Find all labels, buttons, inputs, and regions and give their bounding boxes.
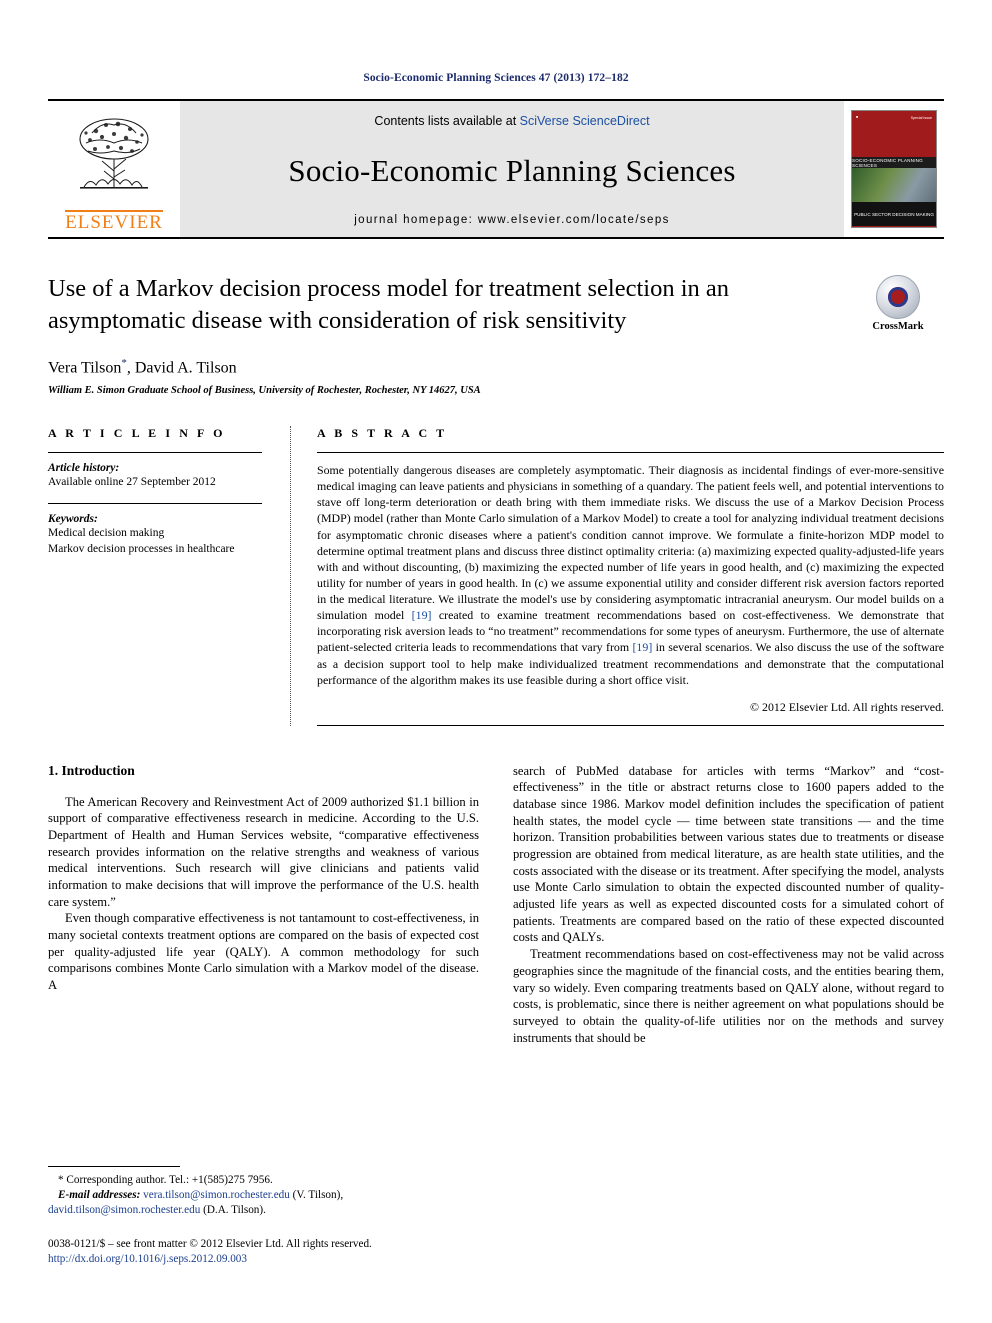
masthead-center: Contents lists available at SciVerse Sci… [180,101,844,237]
affiliation: William E. Simon Graduate School of Busi… [48,385,481,397]
abstract-copyright: © 2012 Elsevier Ltd. All rights reserved… [750,699,944,714]
author-list: Vera Tilson*, David A. Tilson [48,357,840,377]
journal-title: Socio-Economic Planning Sciences [288,153,736,188]
article-history-value: Available online 27 September 2012 [48,476,216,489]
corresponding-author-note: * Corresponding author. Tel.: +1(585)275… [58,1173,273,1186]
crossmark-label: CrossMark [872,321,924,332]
abstract-body: Some potentially dangerous diseases are … [317,462,944,688]
journal-masthead: ELSEVIER Contents lists available at Sci… [48,99,944,239]
article-info-column: A R T I C L E I N F O Article history: A… [48,426,291,726]
keyword-item: Medical decision making [48,526,165,539]
title-block: Use of a Markov decision process model f… [48,273,944,396]
abstract-rule-top [317,452,944,454]
article-info-rule-top [48,452,262,454]
elsevier-logo: ELSEVIER [48,101,180,237]
email-label: E-mail addresses: [58,1189,141,1202]
email-link-david[interactable]: david.tilson@simon.rochester.edu [48,1204,200,1216]
abstract-column: A B S T R A C T Some potentially dangero… [291,426,944,726]
cover-journal-name: SOCIO-ECONOMIC PLANNING SCIENCES [852,157,936,168]
cover-image: ■ Special Issue SOCIO-ECONOMIC PLANNING … [851,110,937,228]
elsevier-wordmark: ELSEVIER [65,210,163,234]
crossmark-badge-block[interactable]: CrossMark [852,275,944,332]
running-head: Socio-Economic Planning Sciences 47 (201… [363,72,629,84]
info-abstract-section: A R T I C L E I N F O Article history: A… [48,426,944,726]
cover-subtitle: PUBLIC SECTOR DECISION MAKING [852,202,936,226]
footnote-area: * Corresponding author. Tel.: +1(585)275… [48,1165,472,1268]
abstract-rule-bottom [317,724,944,726]
journal-cover-thumbnail: ■ Special Issue SOCIO-ECONOMIC PLANNING … [844,101,944,237]
author-secondary: , David A. Tilson [126,359,237,377]
paragraph: search of PubMed database for articles w… [513,763,944,945]
abstract-citation-19a[interactable]: [19] [412,608,432,622]
author-primary: Vera Tilson [48,359,122,377]
contents-prefix: Contents lists available at [374,114,520,128]
paper-page: Socio-Economic Planning Sciences 47 (201… [0,0,992,1323]
paragraph: Treatment recommendations based on cost-… [513,947,944,1045]
article-history-label: Article history: [48,462,120,475]
keywords-label: Keywords: [48,512,98,525]
section-heading-introduction: 1. Introduction [48,762,135,778]
cover-issue-label: Special Issue [910,116,932,120]
abstract-part-1: Some potentially dangerous diseases are … [317,463,944,623]
email-owner-vera: (V. Tilson), [289,1189,344,1202]
issn-front-matter-line: 0038-0121/$ – see front matter © 2012 El… [48,1237,372,1250]
journal-homepage[interactable]: journal homepage: www.elsevier.com/locat… [354,214,670,226]
abstract-heading: A B S T R A C T [317,426,448,441]
contents-list-line: Contents lists available at SciVerse Sci… [374,114,649,128]
article-info-rule-mid [48,502,262,504]
publisher-footer: 0038-0121/$ – see front matter © 2012 El… [48,1237,472,1268]
cover-photo [852,168,936,202]
cover-top-panel: ■ Special Issue [852,111,936,157]
body-column-right: search of PubMed database for articles w… [513,763,944,1046]
article-info-heading: A R T I C L E I N F O [48,426,226,441]
footnote-divider [48,1165,180,1167]
body-column-left: 1. Introduction The American Recovery an… [48,763,479,1046]
email-link-vera[interactable]: vera.tilson@simon.rochester.edu [143,1189,290,1201]
keyword-item: Markov decision processes in healthcare [48,542,235,555]
article-title: Use of a Markov decision process model f… [48,275,730,334]
email-addresses-note: E-mail addresses: vera.tilson@simon.roch… [48,1188,472,1218]
abstract-citation-19b[interactable]: [19] [632,640,652,654]
cover-logo-mark: ■ [856,115,859,119]
doi-link[interactable]: http://dx.doi.org/10.1016/j.seps.2012.09… [48,1252,472,1268]
email-owner-david: (D.A. Tilson). [200,1204,266,1217]
paragraph: Even though comparative effectiveness is… [48,911,479,993]
sciencedirect-link[interactable]: SciVerse ScienceDirect [520,114,650,128]
crossmark-icon [876,275,920,319]
elsevier-tree-icon [79,118,149,189]
paragraph: The American Recovery and Reinvestment A… [48,794,479,909]
body-columns: 1. Introduction The American Recovery an… [48,763,944,1046]
